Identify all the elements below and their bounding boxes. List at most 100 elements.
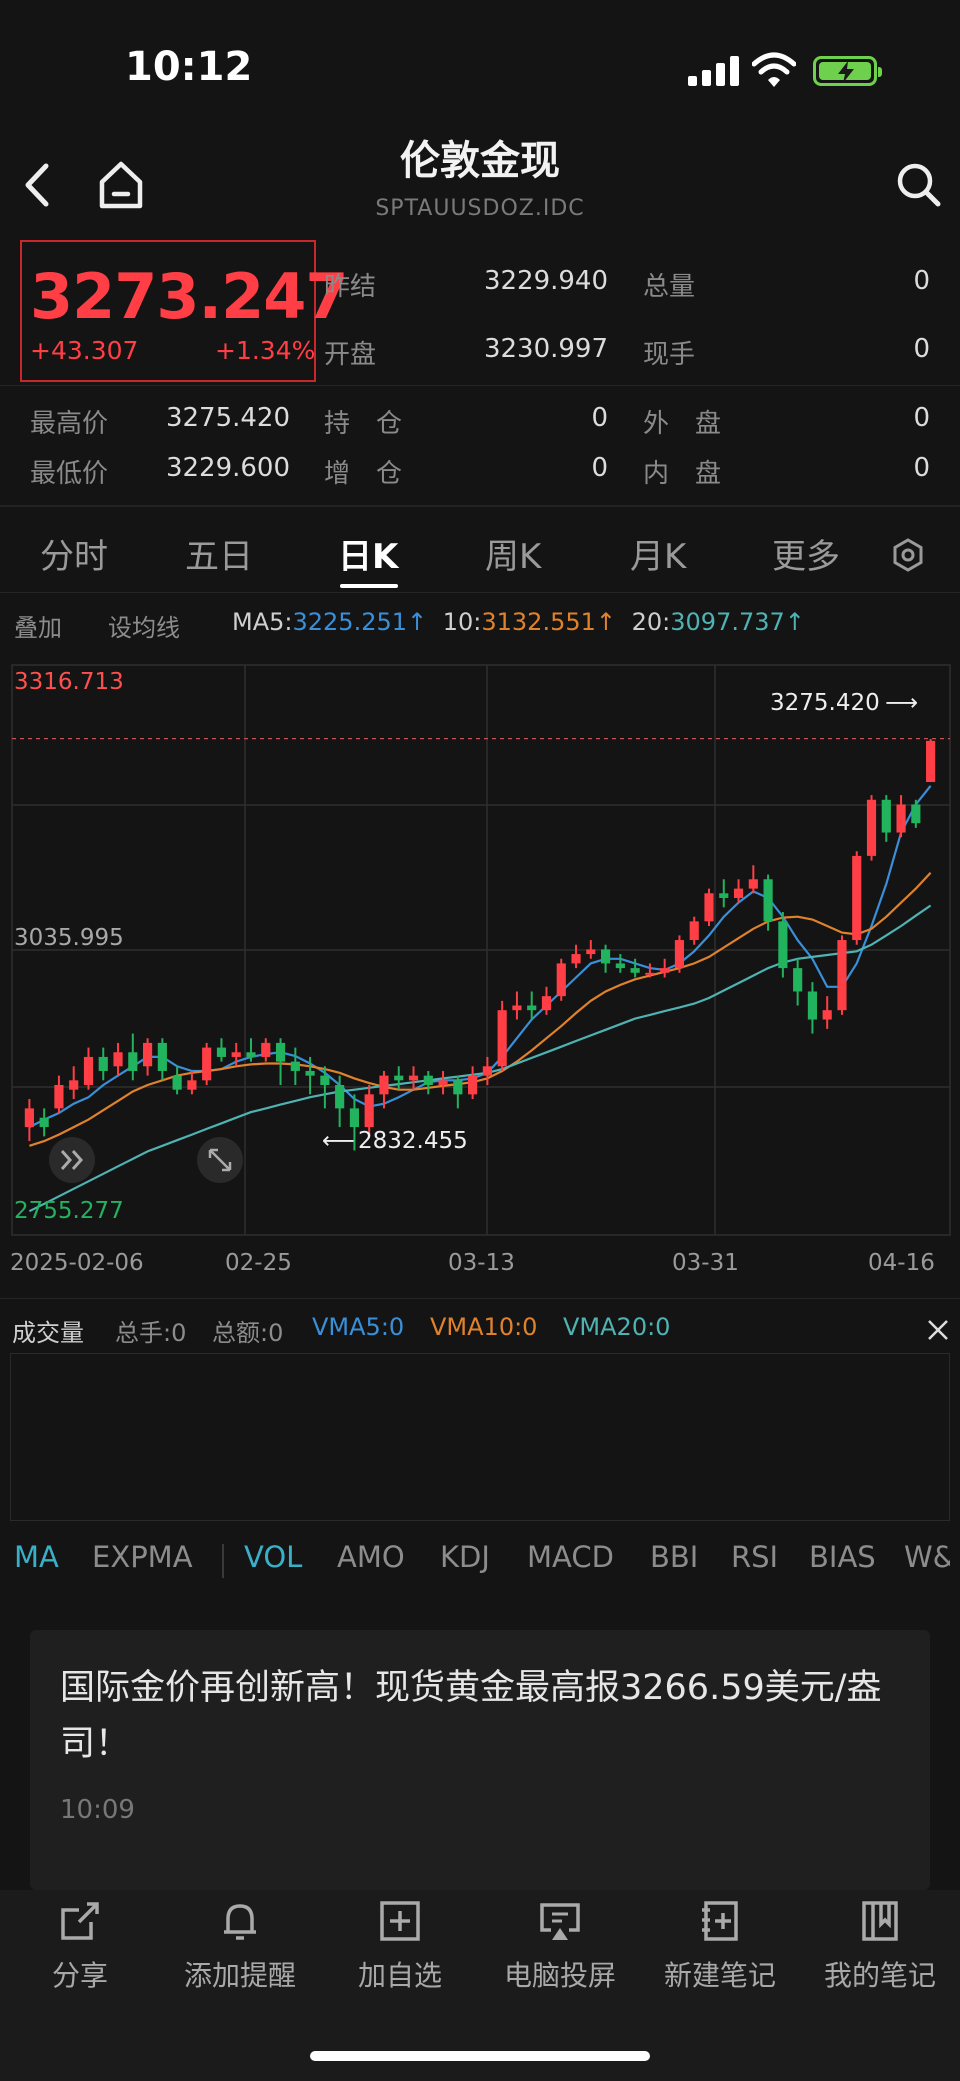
settings-hexagon-icon[interactable]: [890, 537, 926, 573]
candle: [748, 879, 758, 889]
candle: [408, 1075, 419, 1081]
candle: [497, 1010, 507, 1067]
ma-values: MA5:3225.251↑ 10:3132.551↑ 20:3097.737↑: [232, 608, 805, 636]
volume-title: 成交量: [12, 1319, 84, 1347]
candle: [364, 1094, 374, 1128]
indicator-rsi[interactable]: RSI: [731, 1540, 778, 1574]
candlestick-chart[interactable]: 3316.713 3035.995 2755.277 3275.420 ⟶ ⟵ …: [0, 655, 960, 1280]
candle: [763, 879, 773, 922]
close-icon[interactable]: [926, 1318, 950, 1342]
candle: [527, 1005, 537, 1011]
candle: [349, 1108, 359, 1128]
tab-more[interactable]: 更多: [772, 529, 840, 578]
min-price-marker: 2832.455: [358, 1128, 468, 1154]
ma10-line: [29, 871, 932, 1147]
candle: [704, 893, 714, 922]
y-label-mid: 3035.995: [14, 925, 124, 951]
outer-value: 0: [913, 403, 930, 433]
add-alert-button[interactable]: 添加提醒: [165, 1898, 315, 1994]
share-label: 分享: [51, 1959, 108, 1992]
tab-monthly-k[interactable]: 月K: [630, 529, 686, 578]
collapse-chevron-icon[interactable]: [49, 1137, 95, 1183]
ma5-label: MA5:: [232, 608, 293, 636]
active-tab-indicator: [340, 584, 398, 588]
indicator-vol[interactable]: VOL: [244, 1540, 302, 1574]
candle: [822, 1010, 832, 1020]
max-price-marker: 3275.420: [770, 690, 880, 716]
news-title[interactable]: 国际金价再创新高！现货黄金最高报3266.59美元/盎司！: [60, 1660, 890, 1772]
price-change: +43.307: [30, 336, 139, 365]
inner-label: 内 盘: [643, 459, 722, 489]
screen-cast-button[interactable]: 电脑投屏: [485, 1898, 635, 1994]
indicator-ma[interactable]: MA: [14, 1540, 59, 1574]
divider: [0, 385, 960, 386]
x-axis-label: 2025-02-06: [10, 1250, 144, 1276]
candle: [275, 1042, 286, 1062]
tab-intraday[interactable]: 分时: [40, 529, 108, 578]
add-alert-label: 添加提醒: [183, 1959, 296, 1992]
low-value: 3229.600: [165, 453, 290, 483]
indicator-macd[interactable]: MACD: [527, 1540, 614, 1574]
tab-daily-k[interactable]: 日K: [338, 529, 398, 578]
open-label: 开盘: [324, 340, 377, 370]
divider: [222, 1544, 224, 1578]
add-watchlist-button[interactable]: 加自选: [325, 1898, 475, 1994]
candle: [423, 1075, 433, 1085]
candle: [143, 1042, 153, 1067]
indicator-wr[interactable]: W&: [904, 1540, 950, 1574]
candle: [453, 1080, 463, 1095]
x-axis-label: 03-31: [672, 1250, 739, 1276]
new-note-button[interactable]: 新建笔记: [645, 1898, 795, 1994]
candle: [113, 1052, 123, 1067]
candle: [39, 1117, 49, 1128]
divider: [0, 1298, 960, 1299]
high-label: 最高价: [30, 409, 109, 439]
candle: [630, 968, 640, 973]
monitor-cast-icon: [540, 1903, 580, 1940]
indicator-bbi[interactable]: BBI: [650, 1540, 698, 1574]
fullscreen-icon[interactable]: [197, 1137, 243, 1183]
candle: [261, 1042, 271, 1057]
candle: [541, 996, 552, 1011]
my-notes-label: 我的笔记: [823, 1959, 936, 1992]
share-button[interactable]: 分享: [5, 1898, 155, 1994]
candle: [793, 968, 803, 992]
indicator-bias[interactable]: BIAS: [809, 1540, 876, 1574]
candle: [911, 804, 921, 824]
vma10-value: VMA10:0: [430, 1313, 538, 1341]
indicator-expma[interactable]: EXPMA: [92, 1540, 193, 1574]
ma20-value: 3097.737↑: [670, 608, 805, 636]
candle: [231, 1052, 241, 1057]
bell-icon: [224, 1904, 256, 1940]
candle: [778, 921, 788, 969]
tab-five-day[interactable]: 五日: [185, 529, 253, 578]
open-value: 3230.997: [483, 334, 608, 364]
x-axis-labels: 2025-02-06 02-25 03-13 03-31 04-16: [10, 1250, 935, 1276]
add-position-value: 0: [591, 453, 608, 483]
vma5-value: VMA5:0: [312, 1313, 405, 1341]
candle: [187, 1080, 197, 1090]
notebook-icon: [862, 1901, 898, 1941]
set-ma-button[interactable]: 设均线: [108, 608, 180, 643]
total-hands: 总手:0: [115, 1319, 187, 1347]
candle: [556, 963, 566, 997]
candle: [157, 1042, 167, 1071]
candle: [290, 1061, 300, 1071]
overlay-button[interactable]: 叠加: [14, 608, 62, 643]
my-notes-button[interactable]: 我的笔记: [805, 1898, 955, 1994]
candle: [246, 1052, 256, 1057]
tab-weekly-k[interactable]: 周K: [485, 529, 541, 578]
indicator-kdj[interactable]: KDJ: [440, 1540, 490, 1574]
candle: [24, 1108, 34, 1128]
ma10-value: 3132.551↑: [481, 608, 616, 636]
candle: [202, 1047, 212, 1081]
candle: [852, 855, 862, 941]
plus-square-icon: [380, 1901, 420, 1941]
volume-chart: [10, 1353, 950, 1521]
candle: [689, 921, 699, 941]
search-icon[interactable]: [894, 160, 944, 210]
candle: [837, 940, 847, 1011]
candle: [881, 799, 891, 833]
indicator-amo[interactable]: AMO: [337, 1540, 405, 1574]
hold-value: 0: [591, 403, 608, 433]
